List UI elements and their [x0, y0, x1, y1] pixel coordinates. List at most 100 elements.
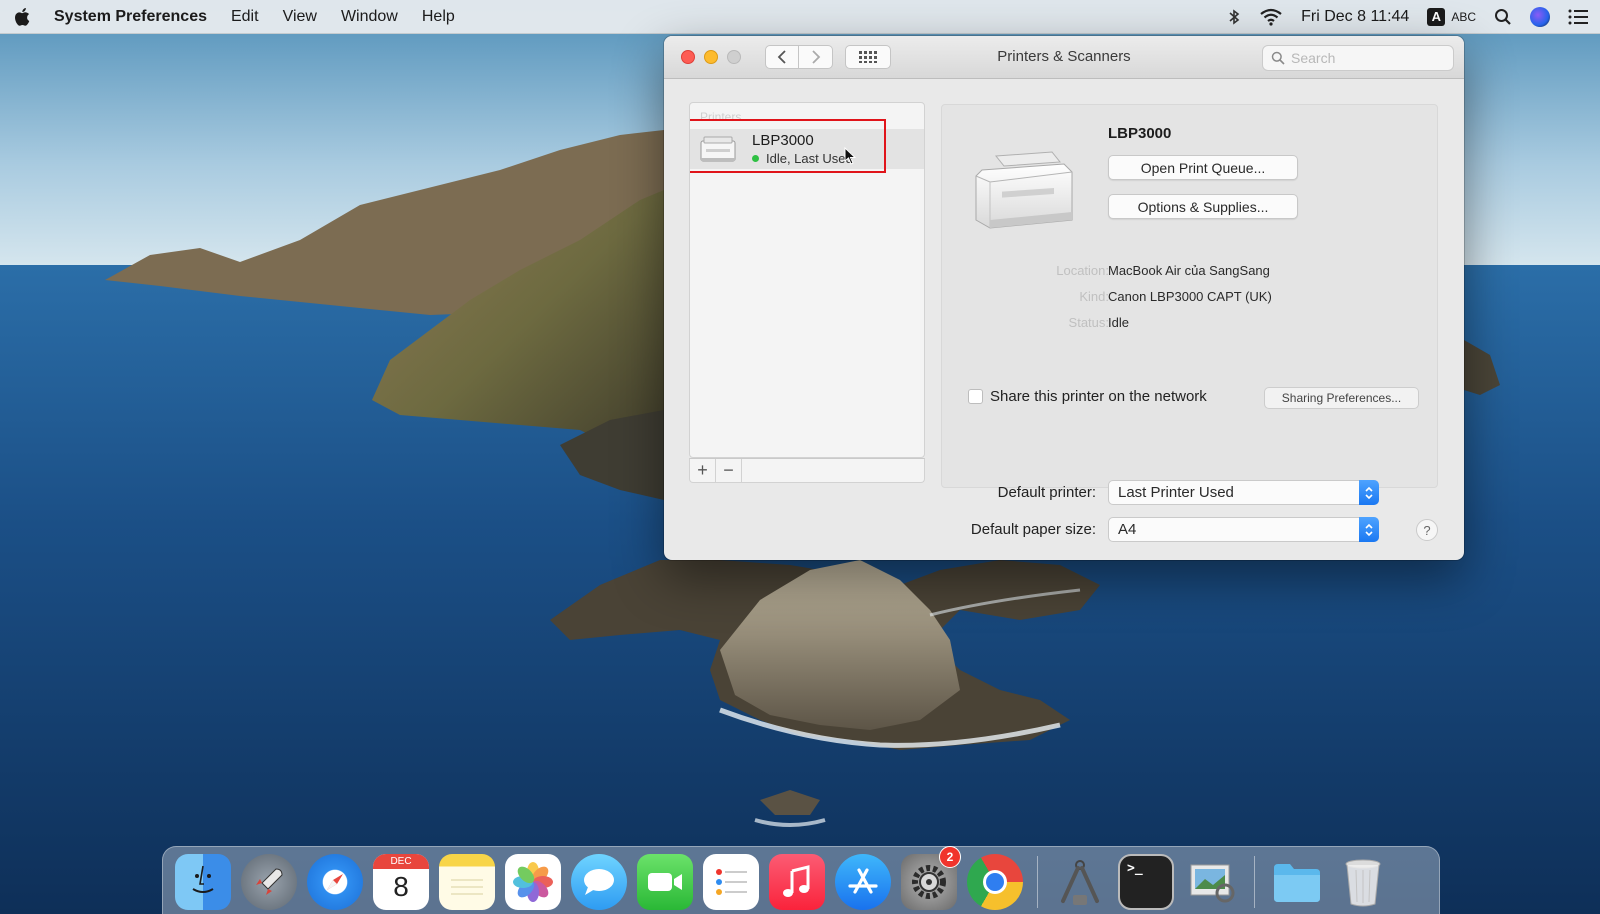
app-store-icon [848, 868, 878, 894]
default-printer-select[interactable]: Last Printer Used [1108, 480, 1379, 505]
rocket-icon [256, 868, 283, 895]
select-arrows-icon [1359, 480, 1379, 505]
dock-app-store[interactable] [835, 854, 891, 910]
menu-edit[interactable]: Edit [231, 8, 259, 26]
sharing-preferences-button[interactable]: Sharing Preferences... [1264, 387, 1419, 409]
minimize-window-button[interactable] [704, 50, 718, 64]
add-printer-button[interactable]: + [690, 458, 716, 483]
location-value: MacBook Air của SangSang [1108, 263, 1270, 278]
printer-list-item-lbp3000[interactable]: LBP3000 Idle, Last Used [690, 119, 924, 173]
status-value: Idle [1108, 315, 1129, 330]
search-field[interactable] [1262, 45, 1454, 71]
paper-size-select[interactable]: A4 [1108, 517, 1379, 542]
gear-icon [912, 865, 946, 899]
dock-finder[interactable] [175, 854, 231, 910]
dock: DEC 8 2 >_ [162, 846, 1440, 914]
compass-icon [327, 874, 343, 890]
window-controls [681, 50, 741, 64]
notification-badge: 2 [939, 846, 961, 868]
spotlight-search-icon[interactable] [1494, 8, 1512, 26]
input-source-badge[interactable]: A [1427, 7, 1446, 26]
siri-icon[interactable] [1530, 6, 1550, 27]
menu-app-name[interactable]: System Preferences [54, 8, 207, 26]
caliper-icon [1061, 860, 1099, 905]
printer-detail-panel: LBP3000 Open Print Queue... Options & Su… [941, 104, 1438, 488]
close-window-button[interactable] [681, 50, 695, 64]
menu-view[interactable]: View [283, 8, 317, 26]
printer-list-item-text: LBP3000 Idle, Last Used [752, 132, 853, 166]
folder-icon [1274, 864, 1320, 902]
mouse-cursor-icon [844, 147, 857, 165]
paper-size-value: A4 [1118, 521, 1137, 538]
help-button[interactable]: ? [1416, 519, 1438, 541]
menu-help[interactable]: Help [422, 8, 455, 26]
notification-center-icon[interactable] [1568, 9, 1588, 25]
dock-system-preferences[interactable]: 2 [901, 846, 961, 910]
forward-button[interactable] [799, 45, 833, 69]
default-printer-value: Last Printer Used [1118, 484, 1234, 501]
dock-trash[interactable] [1335, 854, 1391, 910]
status-dot-icon [752, 155, 759, 162]
dock-music[interactable] [769, 854, 825, 910]
open-print-queue-button[interactable]: Open Print Queue... [1108, 155, 1298, 180]
printer-thumbnail-icon [700, 136, 736, 162]
photos-icon [513, 862, 553, 902]
back-button[interactable] [765, 45, 799, 69]
grid-icon [859, 51, 877, 63]
bluetooth-icon[interactable] [1227, 8, 1241, 26]
menu-clock[interactable]: Fri Dec 8 11:44 [1301, 8, 1409, 26]
dock-downloads-folder[interactable] [1269, 854, 1325, 910]
terminal-prompt: >_ [1127, 861, 1143, 876]
search-icon [1271, 51, 1285, 65]
apple-logo-icon[interactable] [12, 6, 34, 28]
dock-terminal[interactable]: >_ [1118, 854, 1174, 910]
dock-reminders[interactable] [703, 854, 759, 910]
kind-label: Kind: [1079, 289, 1109, 304]
dock-notes[interactable] [439, 854, 495, 910]
reminders-icon [716, 869, 747, 895]
dock-screenshot-utility[interactable] [1052, 854, 1108, 910]
calendar-month: DEC [373, 854, 429, 869]
dock-photos[interactable] [505, 854, 561, 910]
default-printer-row: Default printer: Last Printer Used [664, 480, 1464, 505]
remove-printer-button[interactable]: − [716, 458, 742, 483]
printer-list-header: Printers [700, 110, 742, 124]
printer-list-item-status: Idle, Last Used [752, 151, 853, 166]
printer-detail-name: LBP3000 [1108, 125, 1172, 142]
menu-bar: System Preferences Edit View Window Help… [0, 0, 1600, 34]
show-all-button[interactable] [845, 45, 891, 69]
paper-size-label: Default paper size: [970, 521, 1096, 538]
trash-icon [1345, 859, 1381, 907]
zoom-window-button[interactable] [727, 50, 741, 64]
video-camera-icon [648, 873, 682, 891]
printer-list: Printers LBP3000 Idle, Last Used [689, 102, 925, 458]
printers-scanners-window: Printers & Scanners Printers LBP3000 [664, 36, 1464, 560]
share-printer-checkbox[interactable] [968, 389, 983, 404]
dock-chrome[interactable] [967, 854, 1023, 910]
chrome-icon [983, 870, 1007, 894]
dock-launchpad[interactable] [241, 854, 297, 910]
dock-calendar[interactable]: DEC 8 [373, 854, 429, 910]
location-label: Location: [1056, 263, 1109, 278]
share-printer-label[interactable]: Share this printer on the network [990, 388, 1207, 405]
input-source-label[interactable]: ABC [1451, 10, 1476, 24]
printer-list-item-name: LBP3000 [752, 132, 814, 149]
dock-messages[interactable] [571, 854, 627, 910]
window-titlebar[interactable]: Printers & Scanners [664, 36, 1464, 79]
dock-separator [1254, 856, 1255, 908]
wifi-icon[interactable] [1259, 8, 1283, 26]
search-input[interactable] [1291, 50, 1441, 66]
options-supplies-button[interactable]: Options & Supplies... [1108, 194, 1298, 219]
paper-size-row: Default paper size: A4 [664, 517, 1464, 542]
speech-bubble-icon [584, 869, 614, 895]
dock-facetime[interactable] [637, 854, 693, 910]
dock-safari[interactable] [307, 854, 363, 910]
kind-value: Canon LBP3000 CAPT (UK) [1108, 289, 1272, 304]
menu-window[interactable]: Window [341, 8, 398, 26]
chevron-right-icon [811, 50, 820, 64]
finder-icon [192, 865, 214, 893]
default-printer-label: Default printer: [997, 484, 1096, 501]
select-arrows-icon [1359, 517, 1379, 542]
dock-preview[interactable] [1184, 854, 1240, 910]
notes-icon [451, 879, 483, 895]
